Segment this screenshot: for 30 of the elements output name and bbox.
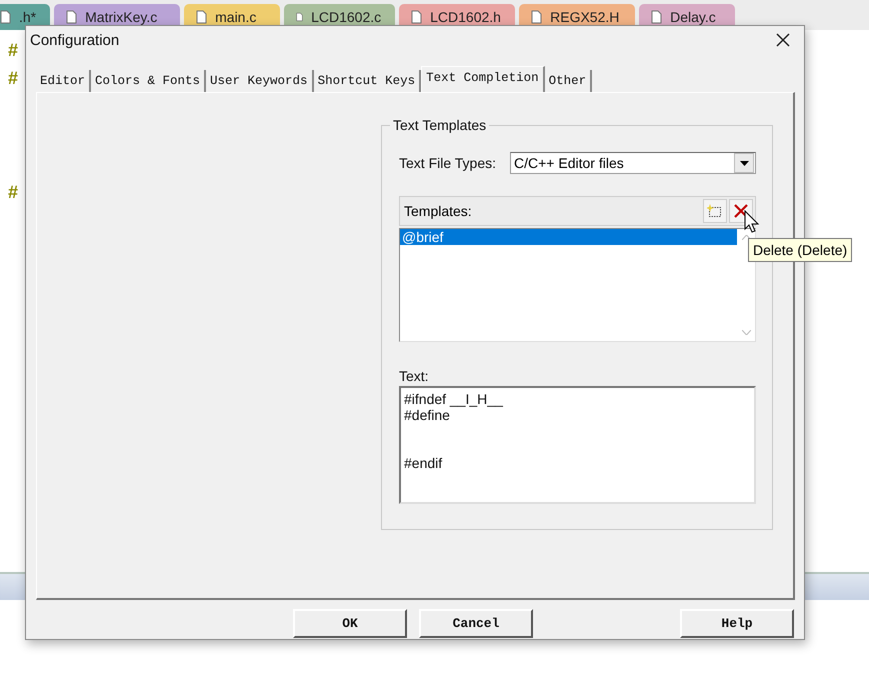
templates-label: Templates: [404,203,473,219]
dropdown-arrow-icon [740,160,748,166]
file-icon [411,10,422,24]
window-title: Configuration [30,32,120,48]
file-icon [0,10,11,24]
new-icon [707,203,723,219]
file-icon [196,10,208,24]
file-type-dropdown[interactable]: C/C++ Editor files [510,152,756,174]
new-template-button[interactable] [703,199,727,223]
file-icon [651,10,662,24]
dialog-button[interactable]: OK [293,609,407,638]
file-icon [531,10,542,24]
tab[interactable]: Text Completion [421,66,545,92]
preprocessor-mark: # [8,40,20,60]
field-label: Text File Types: [399,155,496,171]
file-icon [296,10,304,24]
file-tab[interactable]: .h* [0,4,50,30]
dialog-button[interactable]: Help [680,609,794,638]
scroll-up-icon[interactable] [742,235,750,240]
close-icon[interactable] [776,33,790,47]
template-text-field[interactable]: #ifndef __I_H__ #define #endif [399,386,756,504]
text-label: Text: [399,368,430,384]
delete-icon [734,204,748,218]
template-item[interactable]: @brief [400,229,737,245]
preprocessor-mark: # [8,68,20,88]
file-icon [66,10,78,24]
dialog-button[interactable]: Cancel [419,609,533,638]
preprocessor-mark: # [8,182,20,202]
group-title: Text Templates [390,117,490,133]
tooltip: Delete (Delete) [748,238,852,262]
